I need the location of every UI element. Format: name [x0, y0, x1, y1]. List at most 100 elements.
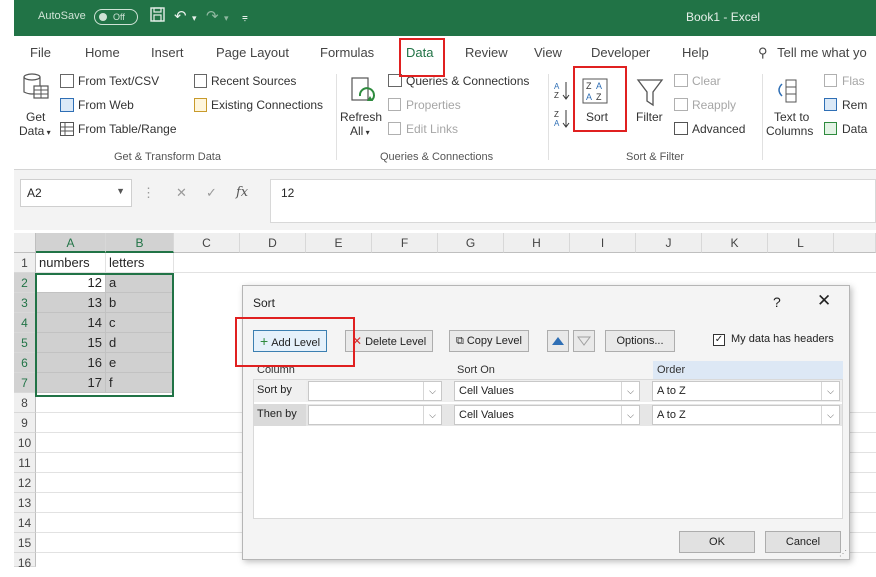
row-header-1[interactable]: 1: [14, 253, 36, 273]
cell-a1[interactable]: numbers: [36, 253, 106, 273]
sort-by-column-select[interactable]: ⌵: [308, 381, 442, 401]
filter-button[interactable]: Filter: [636, 110, 663, 124]
tab-review[interactable]: Review: [465, 45, 508, 60]
row-header-9[interactable]: 9: [14, 413, 36, 433]
dialog-title: Sort: [253, 296, 276, 310]
text-to-columns-label[interactable]: Columns: [766, 124, 813, 138]
row-header-16[interactable]: 16: [14, 553, 36, 570]
tab-file[interactable]: File: [30, 45, 51, 60]
name-box[interactable]: A2 ▼: [20, 179, 132, 207]
undo-dropdown-icon[interactable]: ▾: [192, 13, 197, 24]
move-up-button[interactable]: [547, 330, 569, 352]
advanced-button[interactable]: Advanced: [692, 122, 745, 136]
from-text-csv-button[interactable]: From Text/CSV: [78, 74, 159, 88]
sort-by-sort-on-select[interactable]: Cell Values ⌵: [454, 381, 640, 401]
delete-level-button[interactable]: ✕ Delete Level: [345, 330, 434, 352]
edit-links-icon: [388, 122, 401, 135]
remove-duplicates-button[interactable]: Rem: [842, 98, 867, 112]
move-down-button[interactable]: [573, 330, 595, 352]
tab-insert[interactable]: Insert: [151, 45, 184, 60]
cancel-icon[interactable]: ✕: [176, 185, 187, 201]
cell-b1[interactable]: letters: [106, 253, 174, 273]
tab-view[interactable]: View: [534, 45, 562, 60]
save-icon[interactable]: [150, 7, 165, 26]
then-by-order-select[interactable]: A to Z ⌵: [652, 405, 840, 425]
column-header-h[interactable]: H: [504, 233, 570, 253]
row-header-15[interactable]: 15: [14, 533, 36, 553]
ribbon: Get Data ▾ From Text/CSV From Web From T…: [14, 66, 876, 170]
redo-dropdown-icon: ▾: [224, 13, 229, 23]
my-data-has-headers-checkbox[interactable]: ✓: [713, 334, 725, 346]
get-data-button[interactable]: Get: [26, 110, 45, 124]
column-header-g[interactable]: G: [438, 233, 504, 253]
tab-page-layout[interactable]: Page Layout: [216, 45, 289, 60]
chevron-down-icon: ▼: [116, 186, 125, 196]
help-button[interactable]: ?: [773, 294, 781, 310]
get-data-button-line2[interactable]: Data ▾: [19, 124, 51, 138]
column-header-k[interactable]: K: [702, 233, 768, 253]
then-by-sort-on-select[interactable]: Cell Values ⌵: [454, 405, 640, 425]
reapply-button: Reapply: [692, 98, 737, 112]
column-header-m[interactable]: [834, 233, 876, 253]
row-header-10[interactable]: 10: [14, 433, 36, 453]
column-header-d[interactable]: D: [240, 233, 306, 253]
column-header-c[interactable]: C: [174, 233, 240, 253]
row-header-8[interactable]: 8: [14, 393, 36, 413]
insert-function-icon[interactable]: fx: [236, 185, 248, 200]
column-header-j[interactable]: J: [636, 233, 702, 253]
row-header-4[interactable]: 4: [14, 313, 36, 333]
chevron-down-icon: ⌵: [621, 382, 639, 400]
row-header-5[interactable]: 5: [14, 333, 36, 353]
group-label-queries: Queries & Connections: [380, 151, 494, 163]
column-header-a[interactable]: A: [36, 233, 106, 253]
properties-icon: [388, 98, 401, 111]
cancel-button[interactable]: Cancel: [765, 531, 841, 553]
sort-levels-table: Sort by ⌵ Cell Values ⌵ A to Z ⌵ Then by…: [253, 379, 843, 519]
then-by-column-select[interactable]: ⌵: [308, 405, 442, 425]
row-header-13[interactable]: 13: [14, 493, 36, 513]
row-header-3[interactable]: 3: [14, 293, 36, 313]
group-label-get-transform: Get & Transform Data: [114, 151, 221, 163]
sort-az-za-icons[interactable]: A Z Z A: [554, 80, 570, 130]
options-button[interactable]: Options...: [605, 330, 675, 352]
row-header-11[interactable]: 11: [14, 453, 36, 473]
column-header-i[interactable]: I: [570, 233, 636, 253]
copy-level-button[interactable]: ⧉ Copy Level: [449, 330, 529, 352]
undo-icon[interactable]: ↶: [174, 7, 187, 25]
column-header-l[interactable]: L: [768, 233, 834, 253]
refresh-all-button[interactable]: Refresh: [340, 110, 382, 124]
clear-filter-icon: [674, 74, 688, 87]
select-all-corner[interactable]: [14, 233, 36, 253]
row-header-12[interactable]: 12: [14, 473, 36, 493]
row-header-7[interactable]: 7: [14, 373, 36, 393]
close-icon[interactable]: ✕: [817, 291, 831, 311]
row-header-14[interactable]: 14: [14, 513, 36, 533]
data-validation-button[interactable]: Data: [842, 122, 867, 136]
enter-icon[interactable]: ✓: [206, 185, 217, 201]
tab-formulas[interactable]: Formulas: [320, 45, 374, 60]
existing-connections-button[interactable]: Existing Connections: [211, 98, 323, 112]
formula-input[interactable]: 12: [270, 179, 876, 223]
column-header-b[interactable]: B: [106, 233, 174, 253]
ok-button[interactable]: OK: [679, 531, 755, 553]
copy-level-label: Copy Level: [466, 335, 522, 347]
tab-developer[interactable]: Developer: [591, 45, 650, 60]
text-to-columns-icon: [778, 79, 797, 103]
from-web-button[interactable]: From Web: [78, 98, 134, 112]
tab-help[interactable]: Help: [682, 45, 709, 60]
column-header-e[interactable]: E: [306, 233, 372, 253]
row-header-2[interactable]: 2: [14, 273, 36, 293]
tell-me-box[interactable]: ⚲ Tell me what yo: [758, 45, 867, 61]
svg-text:A: A: [554, 119, 560, 128]
row-header-6[interactable]: 6: [14, 353, 36, 373]
sort-by-order-select[interactable]: A to Z ⌵: [652, 381, 840, 401]
column-header-f[interactable]: F: [372, 233, 438, 253]
refresh-all-button-line2[interactable]: All ▾: [350, 124, 370, 138]
from-table-range-button[interactable]: From Table/Range: [78, 122, 177, 136]
recent-sources-button[interactable]: Recent Sources: [211, 74, 296, 88]
tab-home[interactable]: Home: [85, 45, 120, 60]
customize-qat-icon[interactable]: ⩦: [242, 12, 248, 23]
text-to-columns-button[interactable]: Text to: [774, 110, 809, 124]
autosave-toggle[interactable]: Off: [94, 9, 138, 25]
resize-grip-icon[interactable]: ⋰: [839, 549, 847, 558]
